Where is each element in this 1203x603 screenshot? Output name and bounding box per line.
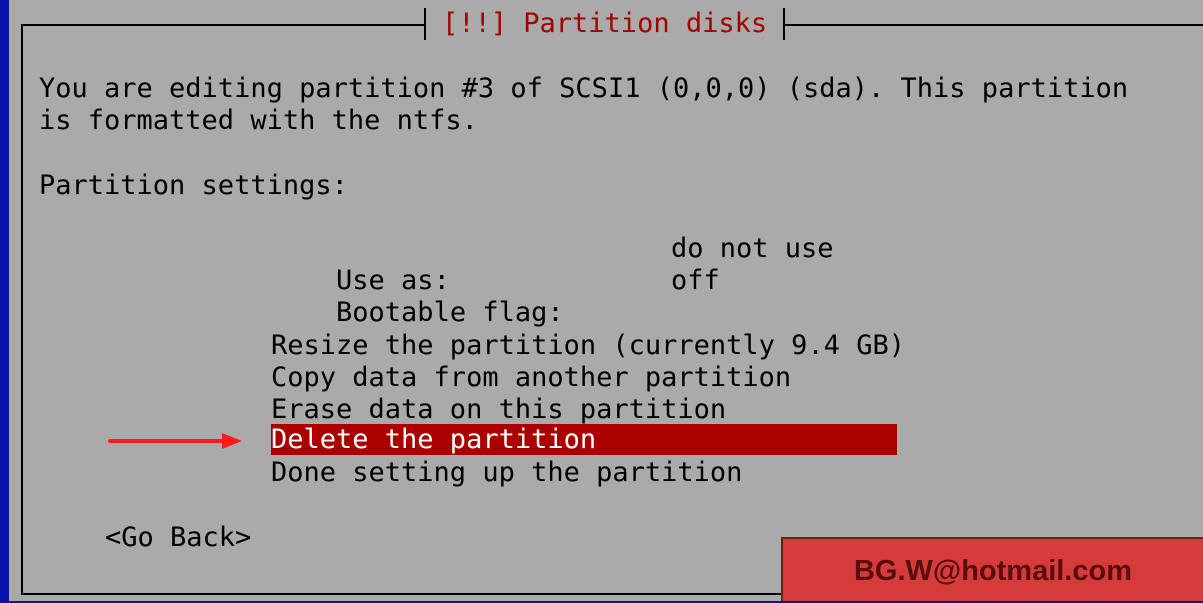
setting-bootable-flag[interactable]: Bootable flag: off bbox=[271, 265, 897, 328]
dialog-title: [!!] Partition disks bbox=[424, 6, 786, 42]
intro-line-1: You are editing partition #3 of SCSI1 (0… bbox=[39, 73, 1129, 104]
menu-item-delete-partition[interactable]: Delete the partition bbox=[271, 424, 897, 455]
menu-item-resize[interactable]: Resize the partition (currently 9.4 GB) bbox=[271, 330, 905, 362]
red-arrow-icon bbox=[108, 433, 242, 449]
setting-label: Bootable flag: bbox=[336, 297, 564, 328]
setting-value: do not use bbox=[671, 233, 834, 264]
menu-item-erase-data[interactable]: Erase data on this partition bbox=[271, 394, 897, 426]
setting-use-as[interactable]: Use as: do not use bbox=[271, 233, 897, 296]
intro-line-2: is formatted with the ntfs. bbox=[39, 105, 478, 136]
menu-item-done[interactable]: Done setting up the partition bbox=[271, 457, 897, 489]
setting-value: off bbox=[671, 265, 720, 296]
partition-dialog: [!!] Partition disks You are editing par… bbox=[9, 0, 1203, 601]
go-back-button[interactable]: <Go Back> bbox=[105, 522, 251, 554]
watermark: BG.W@hotmail.com bbox=[781, 537, 1203, 601]
menu-item-copy-data[interactable]: Copy data from another partition bbox=[271, 362, 897, 394]
settings-heading: Partition settings: bbox=[39, 170, 348, 201]
